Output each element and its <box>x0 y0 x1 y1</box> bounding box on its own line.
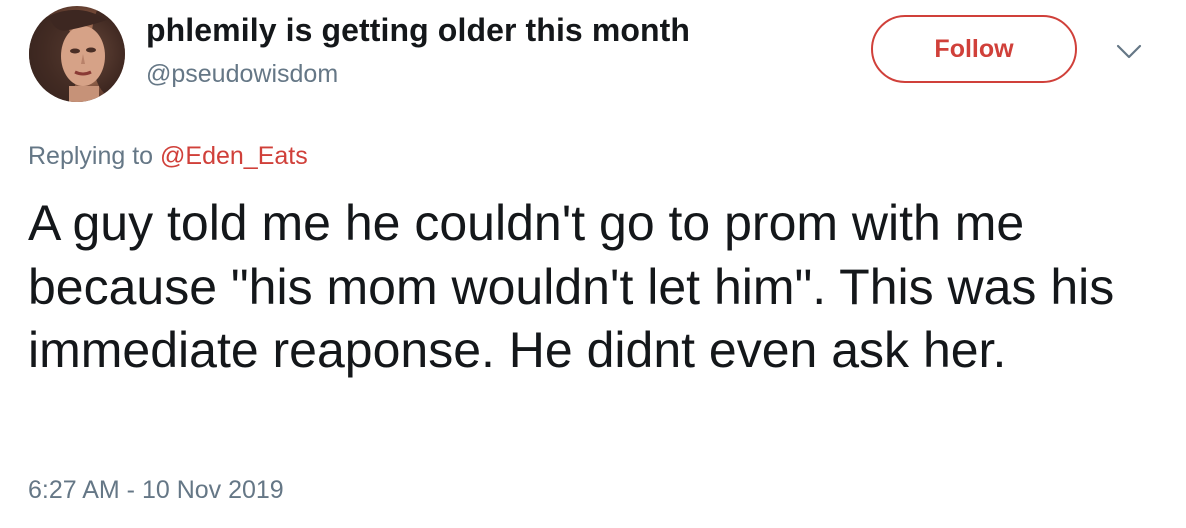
user-handle[interactable]: @pseudowisdom <box>146 60 338 89</box>
tweet-timestamp[interactable]: 6:27 AM - 10 Nov 2019 <box>28 476 284 505</box>
avatar[interactable] <box>29 6 125 102</box>
avatar-photo-icon <box>29 6 125 102</box>
tweet-text: A guy told me he couldn't go to prom wit… <box>28 195 1115 378</box>
chevron-down-icon[interactable] <box>1114 42 1144 62</box>
follow-button[interactable]: Follow <box>871 15 1077 83</box>
tweet-card: phlemily is getting older this month @ps… <box>0 0 1186 528</box>
replying-to-line: Replying to @Eden_Eats <box>28 142 308 171</box>
display-name[interactable]: phlemily is getting older this month <box>146 12 690 49</box>
replying-to-prefix: Replying to <box>28 142 161 170</box>
reply-target-link[interactable]: @Eden_Eats <box>160 142 308 170</box>
